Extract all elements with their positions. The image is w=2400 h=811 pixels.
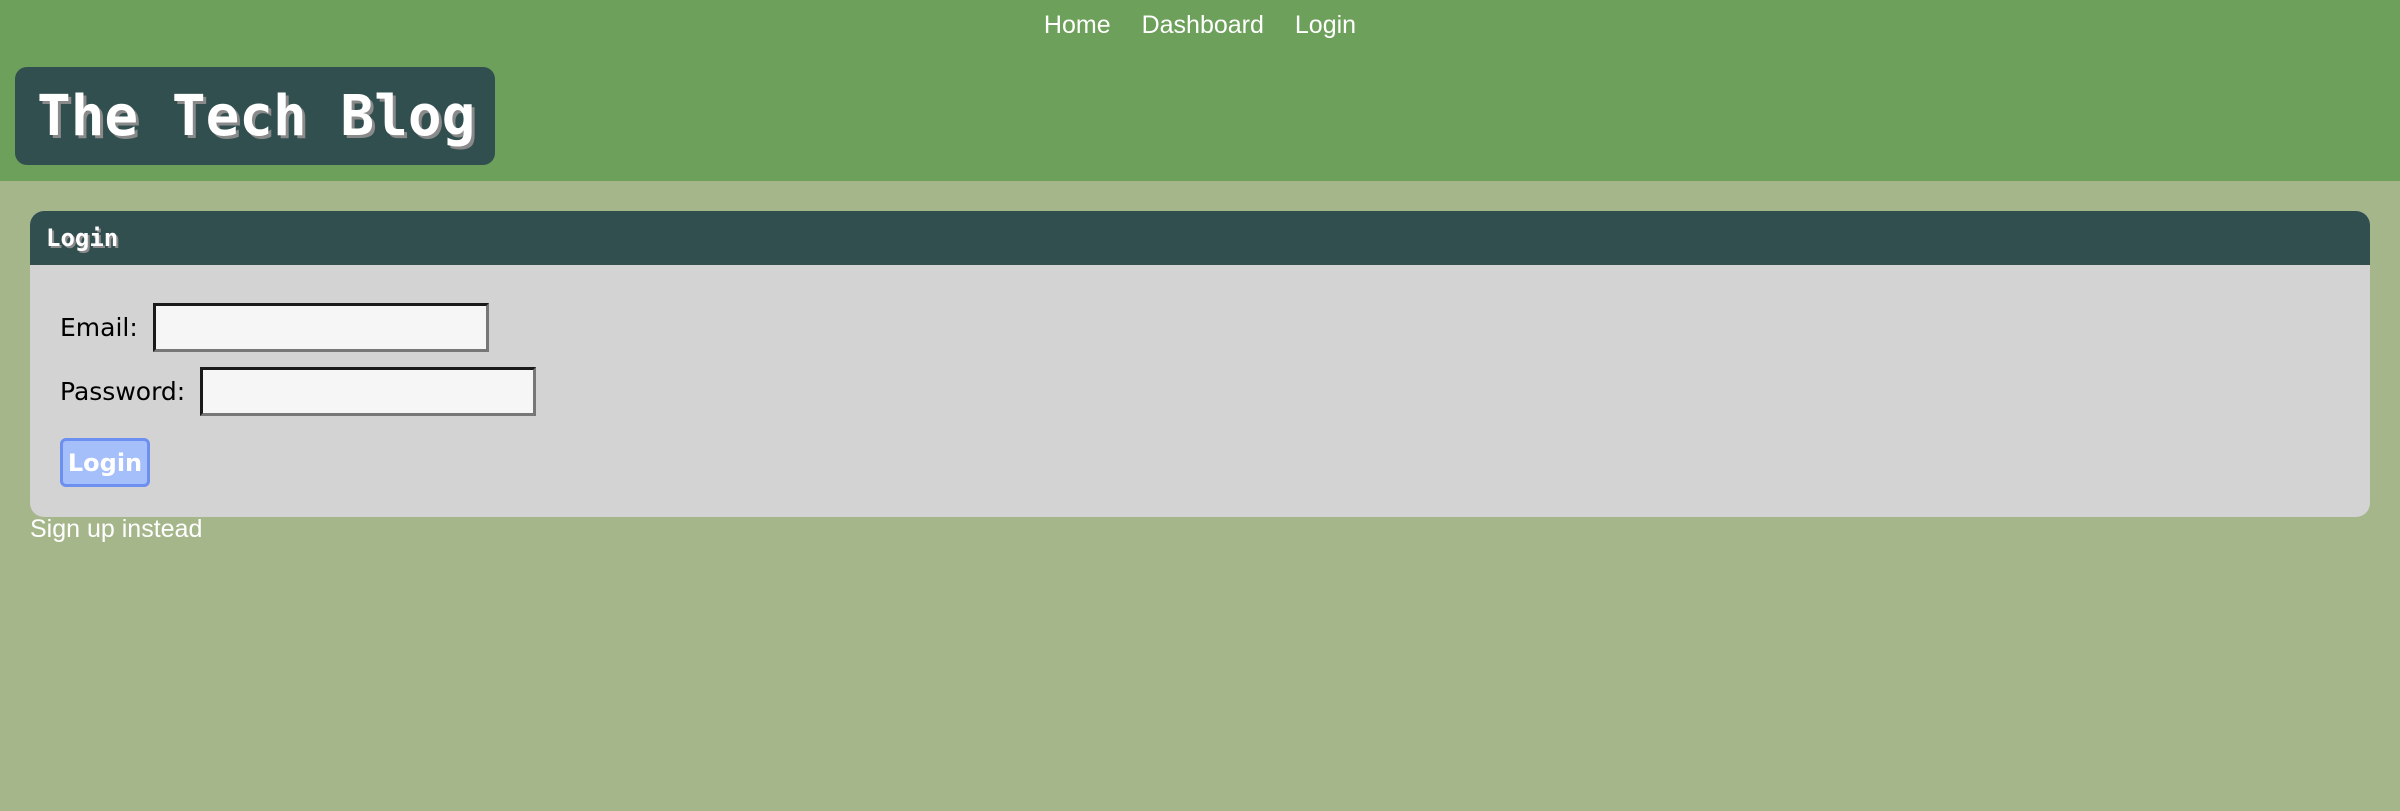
email-row: Email:: [60, 303, 489, 352]
login-card-header: Login: [30, 211, 2370, 265]
password-field[interactable]: [200, 367, 537, 416]
password-label: Password:: [60, 377, 186, 406]
top-nav: Home Dashboard Login: [0, 0, 2400, 50]
email-label: Email:: [60, 313, 138, 342]
login-button[interactable]: Login: [60, 438, 150, 487]
login-card: Login Email: Password: Login: [30, 211, 2370, 517]
site-header: Home Dashboard Login The Tech Blog: [0, 0, 2400, 181]
login-card-title: Login: [46, 224, 119, 252]
site-title: The Tech Blog: [37, 83, 476, 149]
nav-link-login[interactable]: Login: [1295, 11, 1356, 40]
signup-link[interactable]: Sign up instead: [30, 515, 202, 544]
email-field[interactable]: [152, 303, 489, 352]
nav-link-dashboard[interactable]: Dashboard: [1142, 11, 1264, 40]
site-logo: The Tech Blog: [15, 67, 495, 165]
nav-link-home[interactable]: Home: [1044, 11, 1111, 40]
password-row: Password:: [60, 367, 537, 416]
